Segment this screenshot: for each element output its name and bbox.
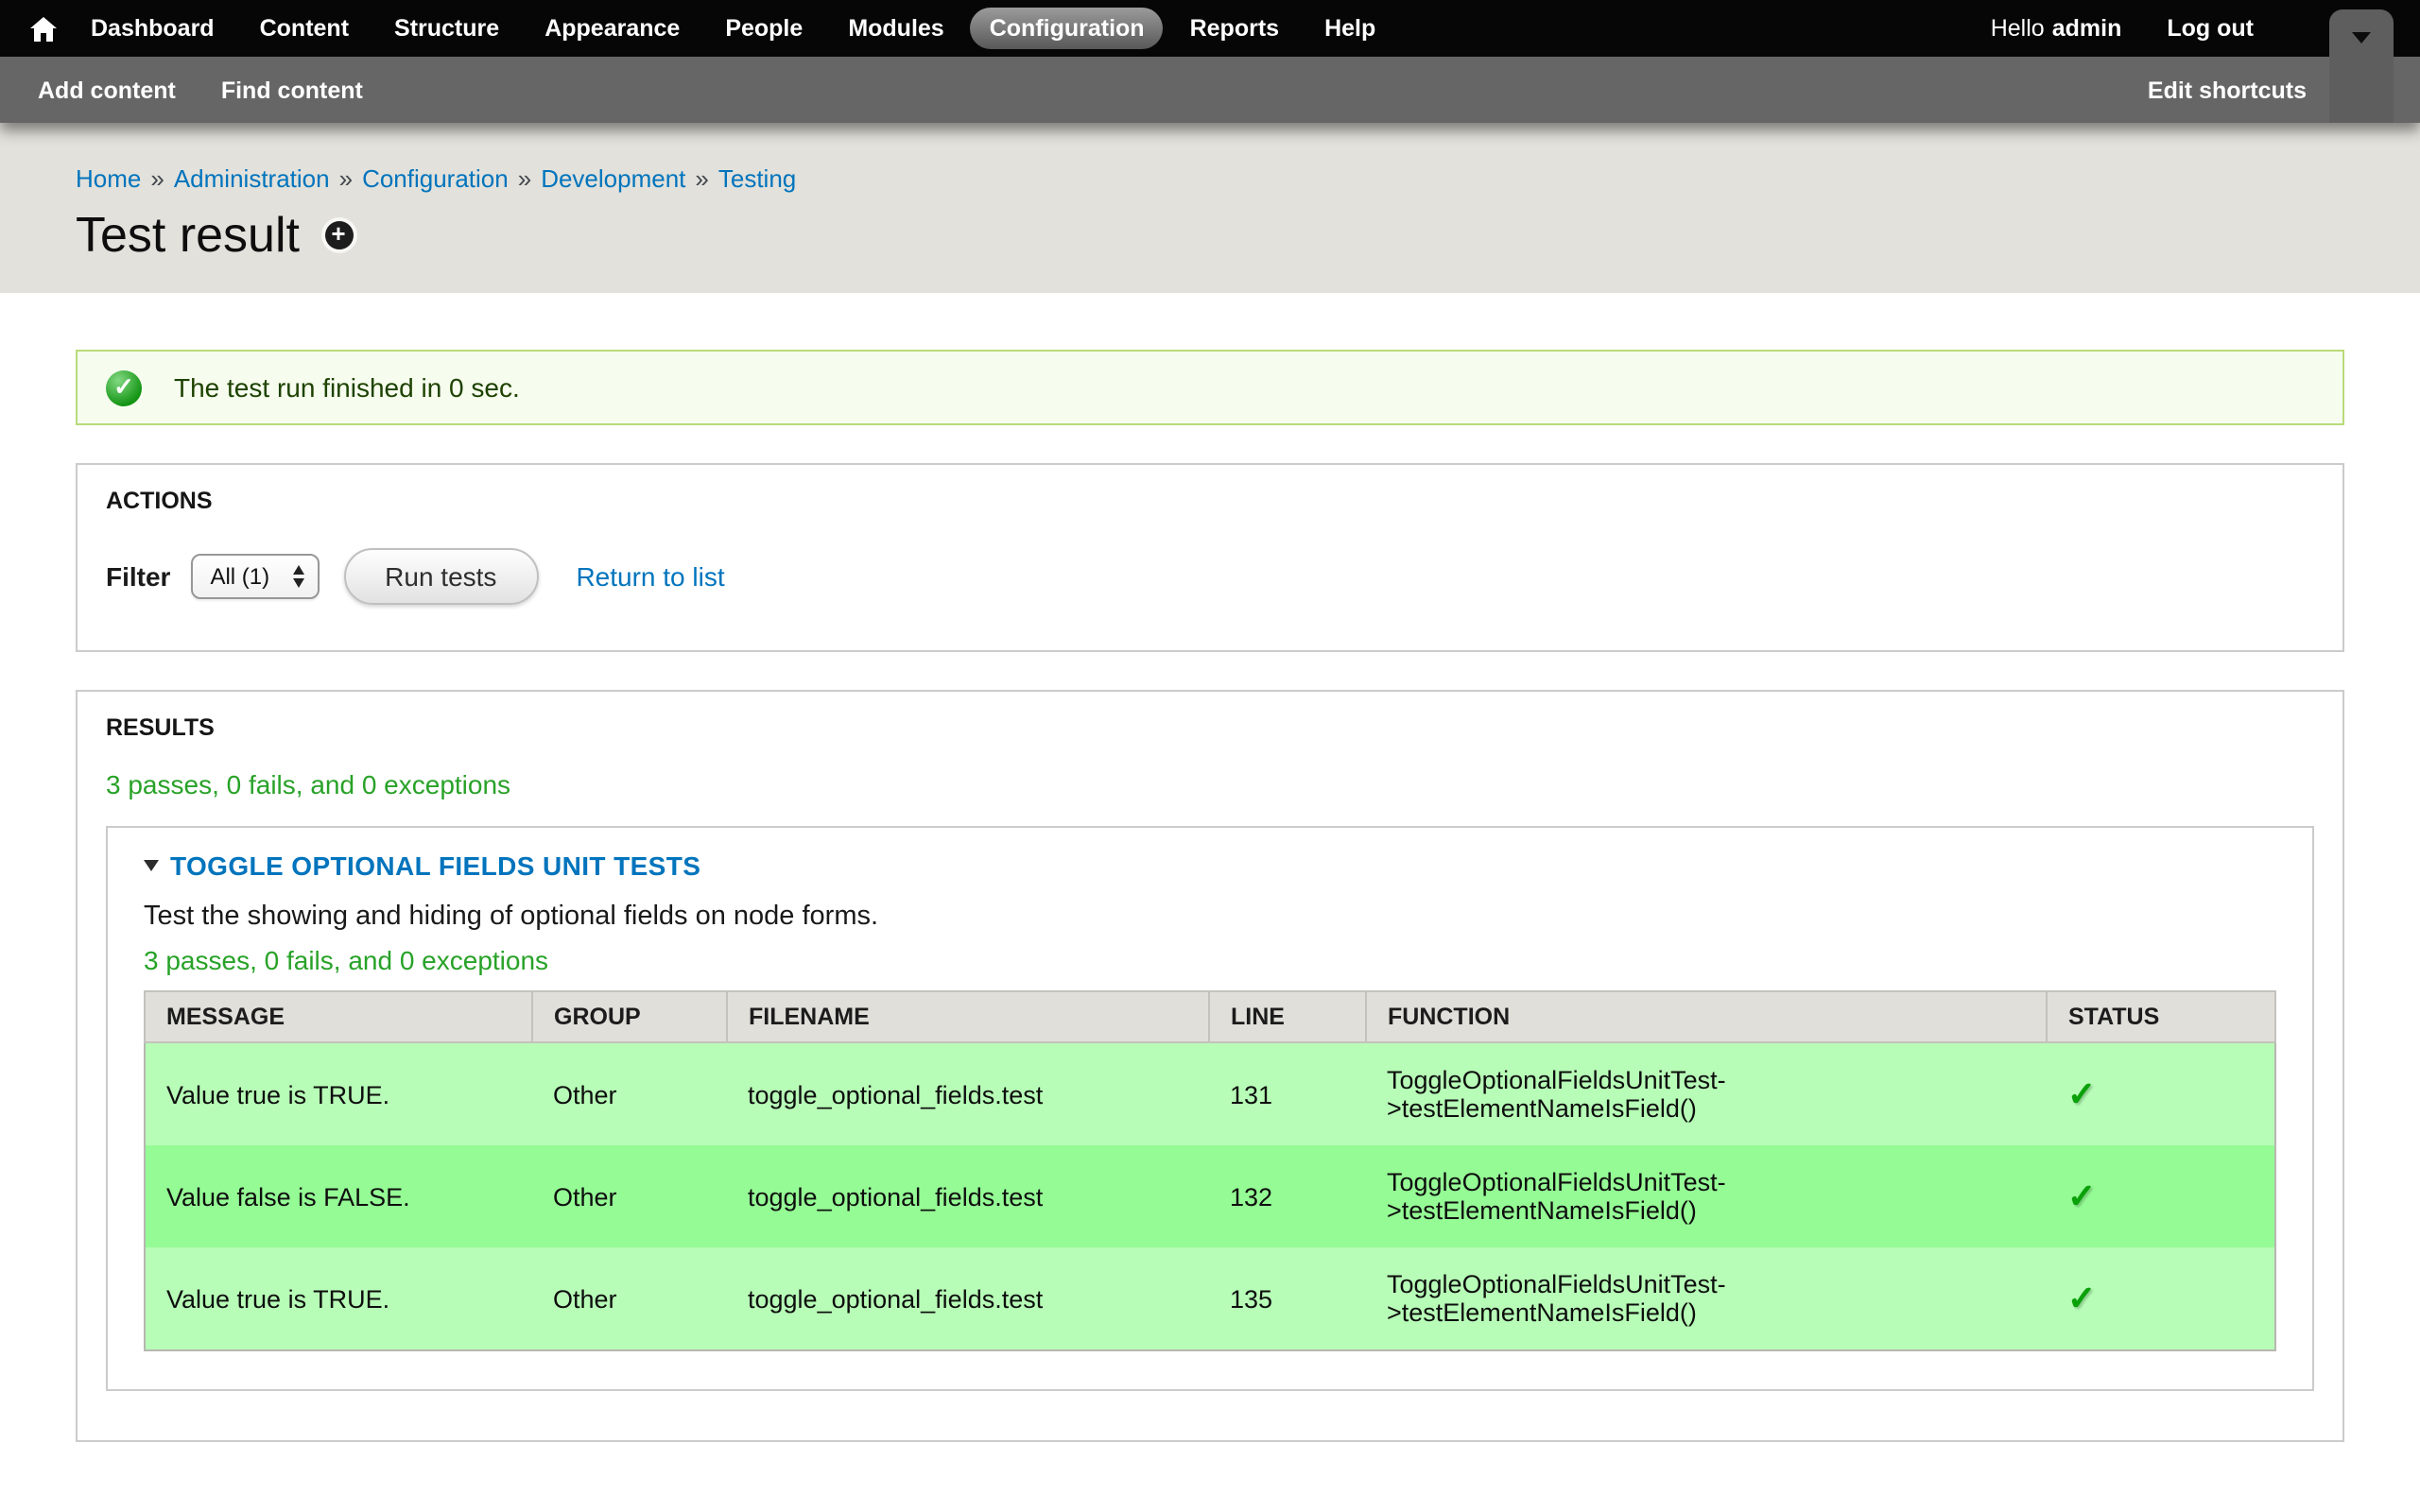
shortcut-find-content[interactable]: Find content	[221, 77, 363, 103]
results-summary: 3 passes, 0 fails, and 0 exceptions	[106, 769, 2314, 799]
toolbar-toggle-button[interactable]	[2329, 9, 2394, 123]
breadcrumb-separator: »	[339, 164, 353, 193]
test-group-summary: 3 passes, 0 fails, and 0 exceptions	[144, 945, 2276, 975]
cell-line: 132	[1209, 1145, 1366, 1247]
breadcrumb-separator: »	[150, 164, 164, 193]
pass-check-icon: ✓	[2067, 1177, 2096, 1214]
toolbar-item-reports[interactable]: Reports	[1171, 8, 1298, 49]
toolbar-item-modules[interactable]: Modules	[829, 8, 962, 49]
cell-status: ✓	[2047, 1145, 2275, 1247]
breadcrumb-home[interactable]: Home	[76, 164, 141, 193]
status-message: ✓ The test run finished in 0 sec.	[76, 350, 2344, 425]
toolbar-item-people[interactable]: People	[706, 8, 821, 49]
chevron-down-icon	[2352, 32, 2371, 43]
page-title: Test result	[76, 206, 300, 265]
cell-line: 135	[1209, 1247, 1366, 1350]
column-header-function: FUNCTION	[1366, 991, 2047, 1042]
breadcrumb-separator: »	[695, 164, 708, 193]
cell-group: Other	[532, 1145, 727, 1247]
column-header-status: STATUS	[2047, 991, 2275, 1042]
cell-status: ✓	[2047, 1042, 2275, 1145]
filter-select[interactable]: All (1)	[191, 554, 319, 599]
cell-filename: toggle_optional_fields.test	[727, 1247, 1209, 1350]
breadcrumb-testing[interactable]: Testing	[718, 164, 796, 193]
toolbar-item-dashboard[interactable]: Dashboard	[72, 8, 233, 49]
breadcrumb: Home » Administration » Configuration » Develo…	[76, 164, 2344, 193]
cell-function: ToggleOptionalFieldsUnitTest->testElemen…	[1366, 1247, 2047, 1350]
cell-filename: toggle_optional_fields.test	[727, 1145, 1209, 1247]
toolbar-item-configuration[interactable]: Configuration	[971, 8, 1164, 49]
breadcrumb-development[interactable]: Development	[541, 164, 685, 193]
table-row: Value true is TRUE. Other toggle_optiona…	[145, 1042, 2275, 1145]
edit-shortcuts-link[interactable]: Edit shortcuts	[2148, 77, 2307, 103]
pass-check-icon: ✓	[2067, 1279, 2096, 1316]
select-arrows-icon	[292, 565, 303, 588]
cell-line: 131	[1209, 1042, 1366, 1145]
breadcrumb-administration[interactable]: Administration	[174, 164, 330, 193]
breadcrumb-separator: »	[518, 164, 531, 193]
home-icon[interactable]	[19, 16, 68, 41]
run-tests-button[interactable]: Run tests	[343, 548, 538, 605]
shortcut-add-content[interactable]: Add content	[38, 77, 176, 103]
cell-message: Value true is TRUE.	[145, 1042, 532, 1145]
return-to-list-link[interactable]: Return to list	[576, 561, 724, 592]
column-header-group: GROUP	[532, 991, 727, 1042]
table-row: Value false is FALSE. Other toggle_optio…	[145, 1145, 2275, 1247]
pass-check-icon: ✓	[2067, 1074, 2096, 1112]
table-row: Value true is TRUE. Other toggle_optiona…	[145, 1247, 2275, 1350]
table-header-row: MESSAGE GROUP FILENAME LINE FUNCTION STA…	[145, 991, 2275, 1042]
test-group-description: Test the showing and hiding of optional …	[144, 902, 2276, 932]
breadcrumb-configuration[interactable]: Configuration	[362, 164, 509, 193]
column-header-message: MESSAGE	[145, 991, 532, 1042]
column-header-filename: FILENAME	[727, 991, 1209, 1042]
toolbar-item-content[interactable]: Content	[241, 8, 368, 49]
drupal-admin-page: Dashboard Content Structure Appearance P…	[0, 0, 2420, 1512]
cell-group: Other	[532, 1042, 727, 1145]
cell-function: ToggleOptionalFieldsUnitTest->testElemen…	[1366, 1042, 2047, 1145]
cell-group: Other	[532, 1247, 727, 1350]
cell-status: ✓	[2047, 1247, 2275, 1350]
user-greeting: Hello admin	[1991, 15, 2122, 42]
column-header-line: LINE	[1209, 991, 1366, 1042]
toolbar-item-structure[interactable]: Structure	[375, 8, 518, 49]
cell-filename: toggle_optional_fields.test	[727, 1042, 1209, 1145]
collapse-arrow-icon	[144, 860, 159, 871]
results-fieldset: RESULTS 3 passes, 0 fails, and 0 excepti…	[76, 690, 2344, 1442]
test-group-title[interactable]: TOGGLE OPTIONAL FIELDS UNIT TESTS	[170, 850, 700, 881]
test-results-table: MESSAGE GROUP FILENAME LINE FUNCTION STA…	[144, 990, 2276, 1351]
toolbar-item-appearance[interactable]: Appearance	[526, 8, 699, 49]
greeting-prefix: Hello	[1991, 15, 2045, 42]
cell-function: ToggleOptionalFieldsUnitTest->testElemen…	[1366, 1145, 2047, 1247]
results-legend: RESULTS	[106, 714, 2314, 741]
cell-message: Value false is FALSE.	[145, 1145, 532, 1247]
username: admin	[2052, 15, 2122, 42]
page-header: Home » Administration » Configuration » Develo…	[0, 123, 2420, 293]
test-group-toggle[interactable]: TOGGLE OPTIONAL FIELDS UNIT TESTS	[144, 850, 2276, 881]
shortcuts-bar: Add content Find content Edit shortcuts	[0, 57, 2420, 123]
actions-legend: ACTIONS	[106, 488, 2314, 514]
actions-fieldset: ACTIONS Filter All (1) Run tests Return …	[76, 463, 2344, 652]
filter-select-value: All (1)	[210, 563, 269, 590]
toolbar-item-help[interactable]: Help	[1305, 8, 1394, 49]
main-content: ✓ The test run finished in 0 sec. ACTION…	[0, 293, 2420, 1442]
success-check-icon: ✓	[106, 369, 142, 405]
filter-label: Filter	[106, 561, 170, 592]
cell-message: Value true is TRUE.	[145, 1247, 532, 1350]
add-shortcut-icon[interactable]: +	[324, 221, 353, 249]
status-message-text: The test run finished in 0 sec.	[174, 372, 520, 403]
test-group-fieldset: TOGGLE OPTIONAL FIELDS UNIT TESTS Test t…	[106, 826, 2314, 1391]
admin-toolbar: Dashboard Content Structure Appearance P…	[0, 0, 2420, 57]
logout-link[interactable]: Log out	[2167, 15, 2254, 42]
